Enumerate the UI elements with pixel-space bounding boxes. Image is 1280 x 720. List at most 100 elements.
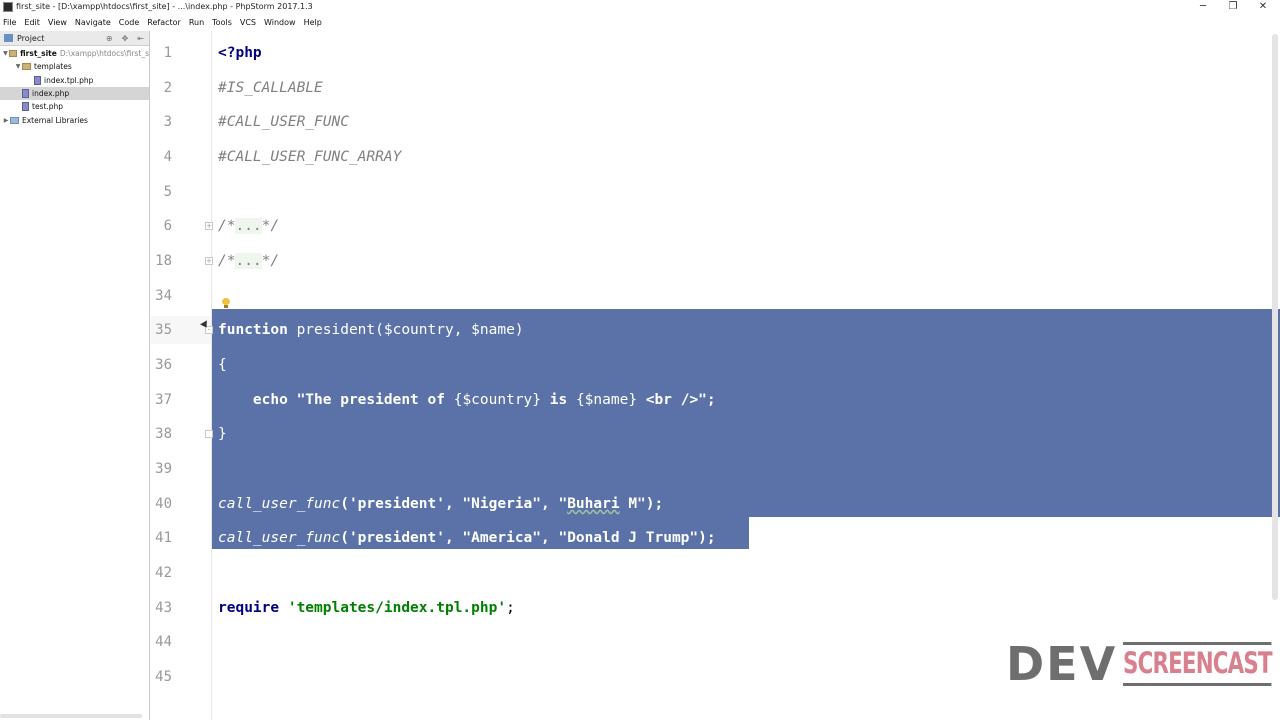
tree-item-test-php[interactable]: test.php	[0, 100, 149, 113]
tree-item-external-libraries[interactable]: ▶ External Libraries	[0, 113, 149, 126]
comment-open: /*	[218, 218, 236, 234]
line-number: 41	[155, 530, 172, 546]
code-line: }	[218, 426, 227, 442]
window-title: first_site - [D:\xampp\htdocs\first_site…	[16, 2, 313, 11]
menu-view[interactable]: View	[48, 18, 67, 27]
tree-item-label: first_site	[20, 49, 57, 59]
menu-window[interactable]: Window	[264, 18, 296, 27]
string-literal: <br />";	[637, 392, 716, 408]
vertical-scrollbar[interactable]	[1272, 34, 1278, 600]
php-file-icon	[22, 89, 29, 99]
interpolated-var: {$country}	[453, 392, 542, 408]
code-line: {	[218, 357, 227, 373]
code-line: call_user_func('president', "Nigeria", "…	[218, 494, 663, 514]
line-number: 3	[163, 114, 172, 130]
project-view-selector[interactable]: Project	[17, 34, 44, 43]
code-line: call_user_func('president', "America", "…	[218, 528, 716, 548]
fold-expand-icon[interactable]: +	[205, 257, 213, 265]
code-line: function president($country, $name)	[218, 320, 524, 340]
phpstorm-app-icon	[3, 2, 13, 12]
tree-item-index-tpl-php[interactable]: index.tpl.php	[0, 74, 149, 87]
scroll-from-source-icon[interactable]: ⊕	[106, 34, 113, 43]
menu-refactor[interactable]: Refactor	[147, 18, 181, 27]
line-number: 44	[155, 634, 172, 650]
tree-item-label: index.tpl.php	[44, 75, 94, 85]
code-line: #CALL_USER_FUNC_ARRAY	[218, 149, 402, 165]
code-line: require 'templates/index.tpl.php';	[218, 598, 515, 618]
comment-open: /*	[218, 253, 236, 269]
interpolated-var: {$name}	[575, 392, 638, 408]
expand-arrow-icon[interactable]: ▼	[14, 63, 22, 70]
project-tree: ▼ first_site D:\xampp\htdocs\first_s ▼ t…	[0, 46, 149, 127]
expand-arrow-icon[interactable]: ▼	[2, 50, 9, 57]
menu-help[interactable]: Help	[304, 18, 322, 27]
code-line: echo "The president of {$country} is {$n…	[218, 390, 716, 410]
fold-placeholder[interactable]: ...	[235, 218, 262, 234]
line-number: 45	[155, 669, 172, 685]
menu-vcs[interactable]: VCS	[240, 18, 256, 27]
watermark-dev: DEV	[1006, 637, 1118, 691]
folded-comment[interactable]: /*...*/	[218, 251, 279, 271]
code-line: #IS_CALLABLE	[218, 80, 323, 96]
line-number: 38	[155, 426, 172, 442]
settings-icon[interactable]: ✥	[122, 34, 129, 43]
code-line: <?php	[218, 43, 262, 63]
comment-close: */	[261, 253, 280, 269]
menu-bar: File Edit View Navigate Code Refactor Ru…	[0, 15, 1280, 30]
hide-panel-icon[interactable]: ⇤	[137, 34, 144, 43]
folded-comment[interactable]: /*...*/	[218, 216, 279, 236]
semicolon: ;	[506, 600, 515, 616]
folder-icon	[8, 50, 18, 58]
restore-button[interactable]: ❐	[1218, 0, 1248, 15]
tree-item-label: External Libraries	[22, 115, 88, 125]
line-number: 43	[155, 600, 172, 616]
code-line: #CALL_USER_FUNC	[218, 114, 349, 130]
title-bar: first_site - [D:\xampp\htdocs\first_site…	[0, 0, 1280, 15]
menu-code[interactable]: Code	[119, 18, 139, 27]
project-panel: Project ⊕ ✥ ⇤ ▼ first_site D:\xampp\htdo…	[0, 31, 150, 720]
line-number: 37	[155, 392, 172, 408]
watermark-screencast: SCREENCAST	[1123, 642, 1273, 686]
tree-item-templates[interactable]: ▼ templates	[0, 60, 149, 73]
menu-run[interactable]: Run	[189, 18, 204, 27]
string-literal: 'templates/index.tpl.php'	[279, 600, 507, 616]
tree-item-label: templates	[34, 62, 72, 72]
close-button[interactable]: ✕	[1248, 0, 1278, 15]
line-number: 18	[155, 253, 172, 269]
collapse-arrow-icon[interactable]: ▶	[2, 117, 10, 124]
line-number: 36	[155, 357, 172, 373]
call-args: ('president', "America", "Donald J Trump…	[340, 530, 716, 546]
line-number: 1	[163, 45, 172, 61]
line-number: 2	[163, 80, 172, 96]
fold-expand-icon[interactable]: +	[205, 222, 213, 230]
selection-block	[212, 309, 1280, 517]
line-number: 40	[155, 496, 172, 512]
line-number: 42	[155, 565, 172, 581]
fold-end-icon[interactable]	[205, 430, 213, 438]
php-file-icon	[22, 102, 29, 112]
intention-bulb-icon[interactable]	[222, 298, 230, 308]
menu-edit[interactable]: Edit	[24, 18, 40, 27]
string-literal: "The president of	[287, 392, 454, 408]
fold-placeholder[interactable]: ...	[235, 253, 262, 269]
function-signature: president($country, $name)	[287, 322, 524, 338]
project-view-icon	[4, 34, 13, 42]
typo-word: Buhari	[567, 496, 620, 512]
minimize-button[interactable]: ─	[1188, 0, 1218, 15]
menu-tools[interactable]: Tools	[212, 18, 232, 27]
menu-navigate[interactable]: Navigate	[75, 18, 111, 27]
line-number: 5	[163, 184, 172, 200]
menu-file[interactable]: File	[3, 18, 16, 27]
php-file-icon	[34, 75, 41, 85]
tree-item-index-php[interactable]: index.php	[0, 86, 149, 101]
folder-icon	[22, 63, 31, 71]
function-call: call_user_func	[218, 530, 341, 546]
keyword-function: function	[218, 322, 288, 338]
horizontal-scrollbar[interactable]	[0, 714, 142, 718]
tree-item-first-site[interactable]: ▼ first_site D:\xampp\htdocs\first_s	[0, 47, 149, 60]
tree-item-label: index.php	[32, 89, 70, 99]
library-icon	[10, 116, 19, 124]
line-number: 6	[163, 218, 172, 234]
tree-item-path: D:\xampp\htdocs\first_s	[59, 49, 149, 59]
